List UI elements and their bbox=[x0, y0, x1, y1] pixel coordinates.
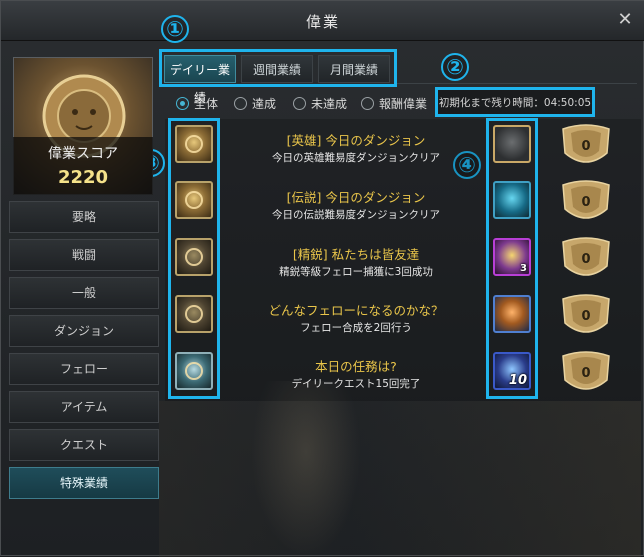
score-badge: 0 bbox=[557, 236, 615, 282]
achievement-window: 偉業 ✕ ① ② ③ ④ 偉業スコア 2220 要略 戦闘 一般 ダンジョン フ… bbox=[0, 0, 644, 557]
score-badge: 0 bbox=[557, 123, 615, 169]
achievement-desc: 精鋭等級フェロー捕獲に3回成功 bbox=[279, 266, 433, 278]
achievement-score-panel: 偉業スコア 2220 bbox=[13, 137, 153, 195]
score-badge: 0 bbox=[557, 293, 615, 339]
radio-icon[interactable] bbox=[234, 96, 247, 110]
filter-label: 未達成 bbox=[311, 96, 348, 111]
score-value: 2220 bbox=[57, 167, 109, 188]
reward-icons-highlight bbox=[486, 118, 538, 399]
tab-monthly[interactable]: 月間業績 bbox=[318, 55, 390, 83]
menu-special-achievements[interactable]: 特殊業績 bbox=[9, 467, 159, 499]
menu-fellow[interactable]: フェロー bbox=[9, 353, 159, 385]
callout-2: ② bbox=[441, 53, 469, 81]
filter-not-achieved[interactable]: 未達成 bbox=[293, 94, 347, 112]
score-label: 偉業スコア bbox=[48, 146, 118, 162]
filter-all[interactable]: 全体 bbox=[176, 94, 218, 112]
score-badge-value: 0 bbox=[581, 366, 591, 381]
tab-daily[interactable]: デイリー業績 bbox=[164, 55, 236, 105]
period-tabs-highlight: デイリー業績 週間業績 月間業績 bbox=[159, 49, 397, 105]
achievement-title: 本日の任務は? bbox=[315, 359, 397, 374]
score-badge-value: 0 bbox=[581, 252, 591, 267]
achievement-title: [英雄] 今日のダンジョン bbox=[286, 133, 426, 148]
achievement-title: [伝説] 今日のダンジョン bbox=[286, 190, 426, 205]
filter-label: 達成 bbox=[252, 96, 277, 111]
radio-icon[interactable] bbox=[176, 96, 189, 110]
filter-label: 報酬偉業 bbox=[379, 96, 428, 111]
callout-1: ① bbox=[161, 15, 189, 43]
radio-icon[interactable] bbox=[361, 96, 374, 110]
menu-general[interactable]: 一般 bbox=[9, 277, 159, 309]
menu-dungeon[interactable]: ダンジョン bbox=[9, 315, 159, 347]
window-title: 偉業 bbox=[305, 13, 340, 31]
achievement-icons-highlight bbox=[168, 118, 220, 399]
achievement-title: どんなフェローになるのかな？ bbox=[268, 303, 444, 318]
tab-weekly[interactable]: 週間業績 bbox=[241, 55, 313, 83]
achievement-desc: 今日の英雄難易度ダンジョンクリア bbox=[272, 152, 440, 164]
achievement-desc: デイリークエスト15回完了 bbox=[291, 378, 421, 390]
reset-timer: 初期化まで残り時間：04:50:05 bbox=[435, 87, 595, 117]
filter-reward[interactable]: 報酬偉業 bbox=[361, 94, 427, 112]
tabs-divider bbox=[397, 83, 637, 84]
score-badge-value: 0 bbox=[581, 309, 591, 324]
menu-quest[interactable]: クエスト bbox=[9, 429, 159, 461]
achievement-title: [精鋭] 私たちは皆友達 bbox=[292, 247, 420, 262]
filter-achieved[interactable]: 達成 bbox=[234, 94, 276, 112]
reset-timer-text: 初期化まで残り時間：04:50:05 bbox=[438, 97, 592, 109]
menu-combat[interactable]: 戦闘 bbox=[9, 239, 159, 271]
score-badge-value: 0 bbox=[581, 195, 591, 210]
menu-item[interactable]: アイテム bbox=[9, 391, 159, 423]
title-bar: 偉業 ✕ bbox=[1, 1, 644, 41]
radio-icon[interactable] bbox=[293, 96, 306, 110]
score-badge: 0 bbox=[557, 350, 615, 396]
achievement-desc: フェロー合成を2回行う bbox=[300, 322, 412, 334]
background-character bbox=[251, 381, 361, 557]
filter-label: 全体 bbox=[194, 96, 219, 111]
score-badge: 0 bbox=[557, 179, 615, 225]
menu-summary[interactable]: 要略 bbox=[9, 201, 159, 233]
background-scene bbox=[159, 401, 641, 557]
achievement-desc: 今日の伝説難易度ダンジョンクリア bbox=[272, 209, 440, 221]
close-icon[interactable]: ✕ bbox=[615, 10, 635, 30]
score-badge-value: 0 bbox=[581, 139, 591, 154]
